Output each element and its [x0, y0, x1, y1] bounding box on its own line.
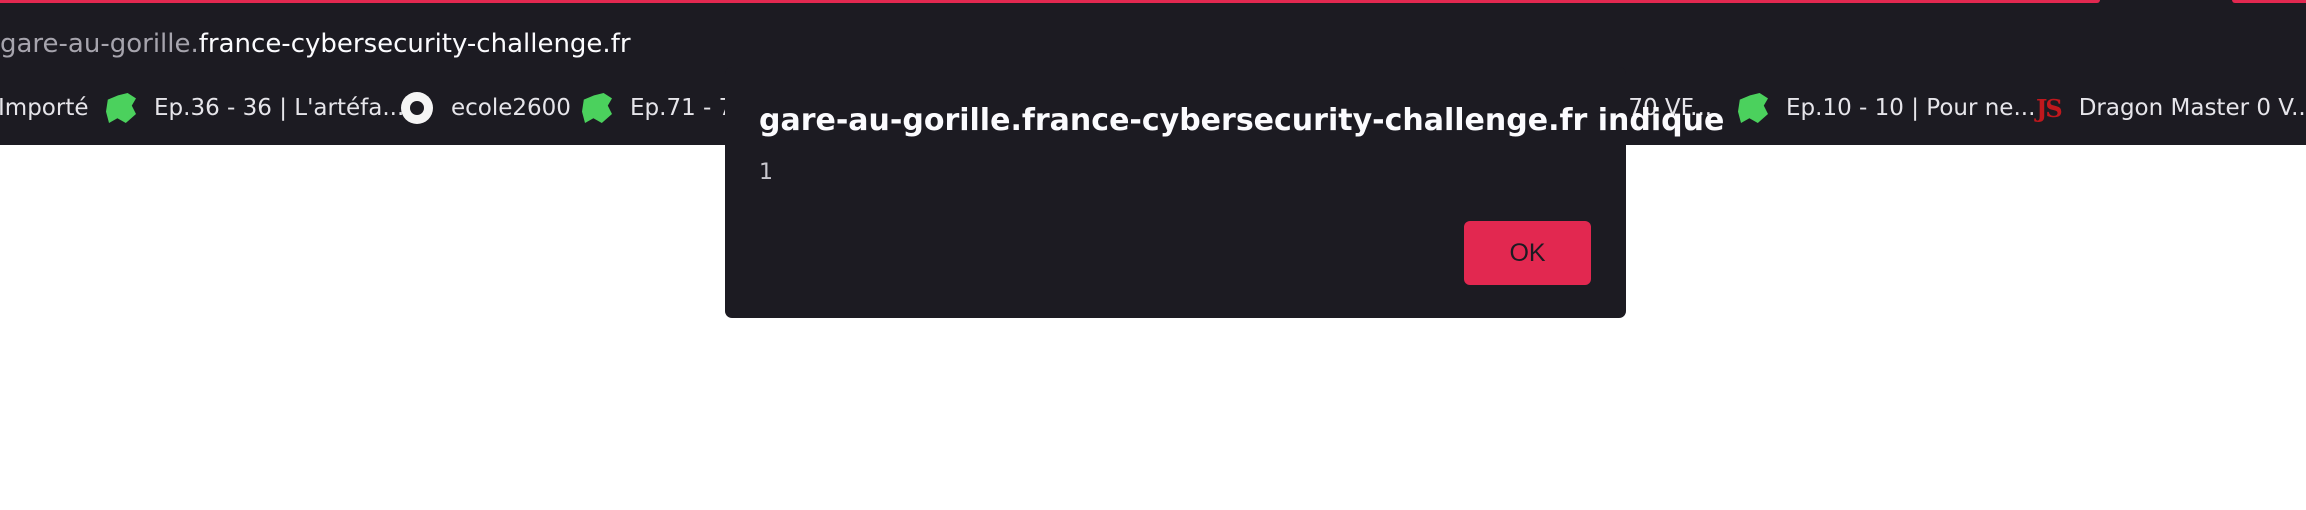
github-icon: [401, 92, 433, 124]
dialog-title: gare-au-gorille.france-cybersecurity-cha…: [759, 103, 1725, 138]
green-leaf-icon: [106, 93, 136, 123]
ok-button[interactable]: OK: [1464, 221, 1591, 285]
bookmark-label: Importé: [0, 95, 89, 121]
green-leaf-icon: [582, 93, 612, 123]
green-leaf-icon: [1738, 93, 1768, 123]
url-domain: france-cybersecurity-challenge.fr: [198, 29, 631, 59]
bookmark-label: Ep.10 - 10 | Pour ne...: [1786, 95, 2036, 121]
alert-dialog: gare-au-gorille.france-cybersecurity-cha…: [725, 67, 1724, 318]
bookmark-ep36[interactable]: Ep.36 - 36 | L'artéfa...: [106, 88, 404, 128]
bookmark-imported[interactable]: Importé: [0, 88, 88, 128]
js-icon: JS: [2036, 93, 2063, 123]
bookmark-dragon-master[interactable]: JS Dragon Master 0 V...: [2036, 88, 2306, 128]
bookmark-ep71[interactable]: Ep.71 - 71: [582, 88, 748, 128]
address-bar[interactable]: gare-au-gorille.france-cybersecurity-cha…: [0, 26, 631, 62]
bookmark-label: Ep.36 - 36 | L'artéfa...: [154, 95, 405, 121]
url-subdomain: gare-au-gorille.: [0, 29, 199, 59]
url-bar-focus-outline: [0, 0, 2100, 3]
dialog-message: 1: [759, 160, 773, 185]
bookmark-ecole2600[interactable]: ecole2600: [401, 88, 571, 128]
bookmark-ep10[interactable]: Ep.10 - 10 | Pour ne...: [1738, 88, 2035, 128]
bookmark-label: ecole2600: [451, 95, 571, 121]
bookmark-label: Dragon Master 0 V...: [2078, 95, 2306, 121]
toolbar-button-outline: [2232, 0, 2306, 3]
